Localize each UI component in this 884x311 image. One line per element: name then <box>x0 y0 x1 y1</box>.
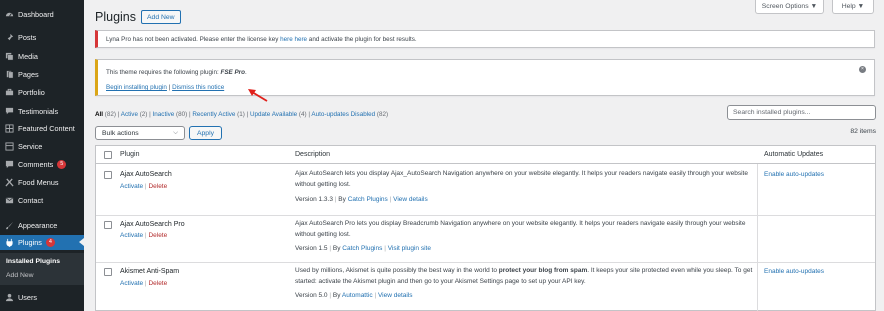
sidebar-item-food-menus[interactable]: Food Menus <box>0 175 84 189</box>
enable-auto-updates-link[interactable]: Enable auto-updates <box>764 268 824 275</box>
service-icon <box>0 141 18 151</box>
sidebar-item-featured-content[interactable]: Featured Content <box>0 121 84 135</box>
delete-link[interactable]: Delete <box>148 232 167 239</box>
author-link[interactable]: Automattic <box>342 292 373 299</box>
plugin-status-filters: All (82) | Active (2) | Inactive (80) | … <box>95 111 389 118</box>
delete-link[interactable]: Delete <box>148 183 167 190</box>
add-new-button[interactable]: Add New <box>141 10 181 24</box>
media-icon <box>0 52 18 61</box>
screen-options-button[interactable]: Screen Options ▼ <box>755 0 824 14</box>
sidebar-item-dashboard[interactable]: Dashboard <box>0 7 84 21</box>
submenu-add-new[interactable]: Add New <box>6 272 34 279</box>
apply-button[interactable]: Apply <box>189 126 222 140</box>
row-checkbox[interactable] <box>104 171 112 179</box>
table-header: Plugin Description Automatic Updates <box>96 146 875 164</box>
visit-plugin-site-link[interactable]: Visit plugin site <box>388 245 431 252</box>
plugin-description: Used by millions, Akismet is quite possi… <box>295 267 753 285</box>
contact-icon <box>0 196 18 205</box>
row-checkbox[interactable] <box>104 268 112 276</box>
activate-link[interactable]: Activate <box>120 280 143 287</box>
sidebar-item-posts[interactable]: Posts <box>0 30 84 44</box>
plugin-description: Ajax AutoSearch Pro lets you display Bre… <box>295 220 746 238</box>
license-here-link[interactable]: here <box>294 36 307 43</box>
comments-icon <box>0 160 18 169</box>
plugins-table: Plugin Description Automatic Updates Aja… <box>95 145 876 311</box>
food-icon <box>0 177 18 187</box>
filter-active[interactable]: Active <box>121 111 138 118</box>
sidebar-item-plugins[interactable]: Plugins 4 <box>0 235 84 250</box>
plugin-description: Ajax AutoSearch lets you display Ajax_Au… <box>295 170 748 188</box>
delete-link[interactable]: Delete <box>148 280 167 287</box>
header-automatic-updates: Automatic Updates <box>764 151 824 158</box>
bulk-actions-select[interactable]: Bulk actions ⌵ <box>95 126 185 140</box>
header-plugin: Plugin <box>120 151 140 158</box>
license-error-notice: Lyna Pro has not been activated. Please … <box>95 30 875 48</box>
filter-all[interactable]: All <box>95 111 103 118</box>
table-row: Ajax AutoSearch Activate | Delete Ajax A… <box>96 165 875 216</box>
select-all-checkbox[interactable] <box>104 151 112 159</box>
plugin-meta: Version 5.0 | By Automattic | View detai… <box>295 292 413 299</box>
plugin-name: Akismet Anti-Spam <box>120 268 180 275</box>
admin-sidebar: Dashboard Posts Media Pages Portfolio Te… <box>0 0 84 311</box>
plugin-meta: Version 1.3.3 | By Catch Plugins | View … <box>295 196 428 203</box>
sidebar-item-testimonials[interactable]: Testimonials <box>0 104 84 118</box>
activate-link[interactable]: Activate <box>120 183 143 190</box>
search-input[interactable]: Search installed plugins... <box>727 105 876 120</box>
testimonials-icon <box>0 107 18 116</box>
main-content: Screen Options ▼ Help ▼ Plugins Add New … <box>84 0 884 311</box>
sidebar-item-pages[interactable]: Pages <box>0 67 84 81</box>
pin-icon <box>0 33 18 42</box>
plugins-submenu: Installed Plugins Add New <box>0 253 84 285</box>
sidebar-item-media[interactable]: Media <box>0 49 84 63</box>
portfolio-icon <box>0 88 18 97</box>
appearance-icon <box>0 221 18 230</box>
help-button[interactable]: Help ▼ <box>832 0 874 14</box>
users-icon <box>0 293 18 302</box>
table-row: Ajax AutoSearch Pro Activate | Delete Aj… <box>96 217 875 263</box>
author-link[interactable]: Catch Plugins <box>342 245 382 252</box>
submenu-installed-plugins[interactable]: Installed Plugins <box>6 258 60 265</box>
sidebar-item-appearance[interactable]: Appearance <box>0 218 84 232</box>
filter-update-available[interactable]: Update Available <box>250 111 297 118</box>
dismiss-icon[interactable]: × <box>859 66 866 73</box>
plugins-icon <box>0 238 18 247</box>
activate-link[interactable]: Activate <box>120 232 143 239</box>
license-key-link[interactable]: here <box>280 36 293 43</box>
plugins-update-badge: 4 <box>45 238 55 247</box>
plugin-name: Ajax AutoSearch Pro <box>120 221 185 228</box>
table-row: Akismet Anti-Spam Activate | Delete Used… <box>96 264 875 311</box>
sidebar-item-comments[interactable]: Comments 5 <box>0 157 84 171</box>
column-divider <box>757 164 758 311</box>
view-details-link[interactable]: View details <box>378 292 413 299</box>
filter-recently-active[interactable]: Recently Active <box>192 111 235 118</box>
sidebar-item-users[interactable]: Users <box>0 290 84 304</box>
author-link[interactable]: Catch Plugins <box>348 196 388 203</box>
row-checkbox[interactable] <box>104 221 112 229</box>
plugin-name: Ajax AutoSearch <box>120 171 172 178</box>
chevron-down-icon: ⌵ <box>173 129 178 136</box>
enable-auto-updates-link[interactable]: Enable auto-updates <box>764 171 824 178</box>
begin-installing-link[interactable]: Begin installing plugin <box>106 84 167 91</box>
pages-icon <box>0 70 18 79</box>
red-arrow-annotation <box>248 89 268 102</box>
items-count: 82 items <box>850 128 876 135</box>
plugin-meta: Version 1.5 | By Catch Plugins | Visit p… <box>295 245 431 252</box>
featured-icon <box>0 123 18 133</box>
theme-requirement-text: This theme requires the following plugin… <box>106 69 247 76</box>
comments-count-badge: 5 <box>57 159 67 169</box>
theme-plugin-notice: This theme requires the following plugin… <box>95 59 875 96</box>
view-details-link[interactable]: View details <box>393 196 428 203</box>
sidebar-item-service[interactable]: Service <box>0 139 84 153</box>
sidebar-item-contact[interactable]: Contact <box>0 193 84 207</box>
dashboard-icon <box>0 10 18 19</box>
header-description: Description <box>295 151 331 158</box>
filter-inactive[interactable]: Inactive <box>153 111 175 118</box>
dismiss-notice-link[interactable]: Dismiss this notice <box>172 84 224 91</box>
page-title: Plugins <box>95 10 136 24</box>
sidebar-item-portfolio[interactable]: Portfolio <box>0 85 84 99</box>
filter-auto-updates-disabled[interactable]: Auto-updates Disabled <box>311 111 375 118</box>
